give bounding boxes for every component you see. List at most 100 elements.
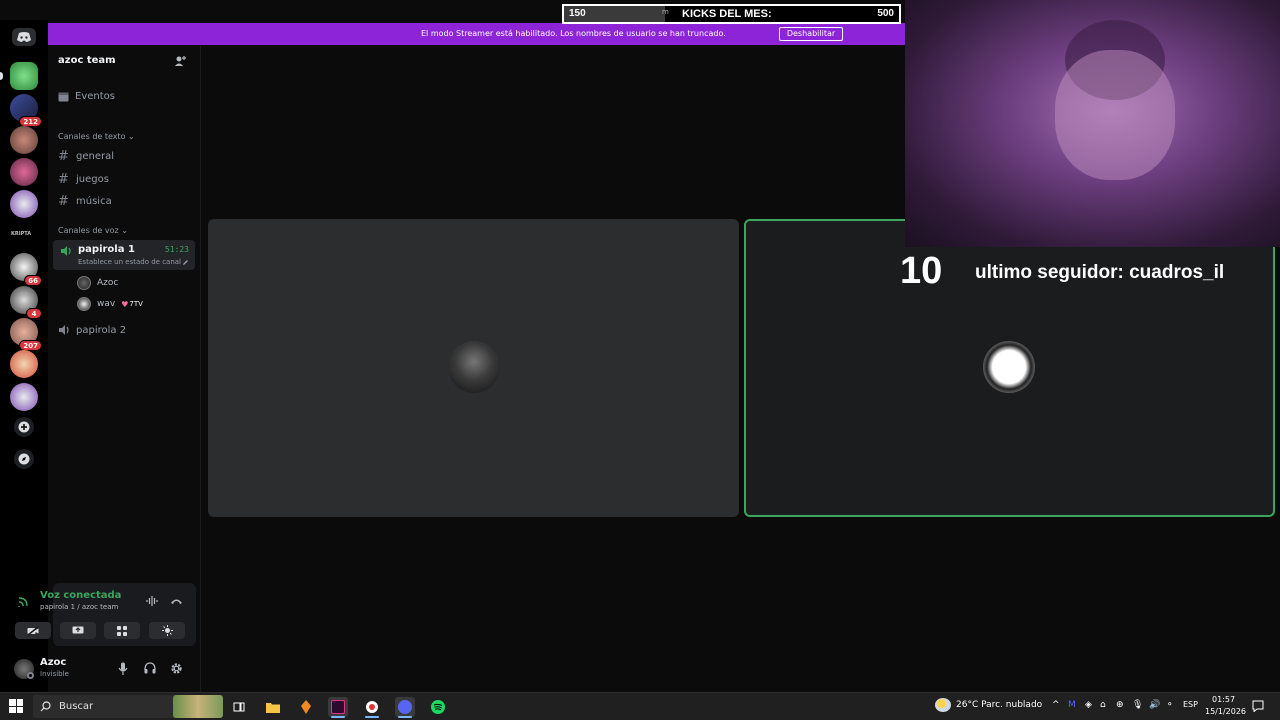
voice-user-azoc[interactable]: Azoc	[77, 276, 118, 290]
signal-icon	[18, 597, 28, 607]
calendar-icon	[58, 92, 69, 102]
invisible-status-icon	[27, 672, 34, 679]
screen-share-button[interactable]	[60, 622, 96, 639]
discord-home-icon[interactable]	[12, 28, 36, 46]
voice-connected-label[interactable]: Voz conectada	[40, 590, 121, 601]
server-icon-6[interactable]: 66	[10, 253, 42, 286]
unread-badge: 4	[26, 308, 42, 319]
add-member-icon[interactable]	[174, 55, 186, 67]
discover-icon[interactable]	[14, 449, 34, 469]
tray-app-icon[interactable]: M	[1068, 700, 1076, 710]
webcam-person	[1055, 50, 1175, 180]
follower-count: 10	[900, 250, 943, 292]
voice-timer: 51:23	[164, 245, 189, 254]
volume-icon[interactable]: 🔊	[1149, 700, 1160, 710]
channel-status-hint[interactable]: Establece un estado de canal	[78, 258, 181, 266]
activities-button[interactable]	[104, 622, 140, 639]
speaker-icon	[59, 325, 69, 335]
notification-icon[interactable]	[1252, 700, 1264, 712]
server-icon-5[interactable]	[10, 190, 38, 218]
microphone-icon[interactable]	[118, 662, 128, 675]
channel-juegos[interactable]: # juegos	[58, 172, 109, 187]
server-name[interactable]: azoc team	[58, 55, 116, 66]
voice-category-header[interactable]: Canales de voz ⌄	[58, 226, 128, 235]
activities-icon	[117, 625, 127, 636]
text-category-header[interactable]: Canales de texto ⌄	[58, 132, 135, 141]
task-view-icon[interactable]	[229, 697, 249, 717]
file-explorer-icon[interactable]	[263, 697, 283, 717]
weather-icon	[935, 698, 951, 712]
channel-label: papirola 2	[76, 324, 127, 336]
last-follower-text: ultimo seguidor: cuadros_il	[975, 262, 1225, 283]
spotify-icon[interactable]	[428, 697, 448, 717]
server-icon-1[interactable]	[0, 62, 38, 90]
avatar	[77, 276, 91, 290]
voice-category-label: Canales de voz	[58, 226, 119, 235]
windows-start-icon[interactable]	[9, 699, 23, 713]
tray-app-icon[interactable]: ⊕	[1116, 700, 1124, 710]
kicks-mark: m	[662, 8, 669, 16]
channel-musica[interactable]: # música	[58, 194, 112, 209]
tray-app-icon[interactable]: ◈	[1085, 700, 1092, 710]
kicks-target: 500	[877, 8, 894, 19]
voice-user-name: wav	[97, 299, 116, 309]
steelseries-icon[interactable]	[362, 697, 382, 717]
camera-off-button[interactable]	[15, 622, 51, 639]
voice-channel-label: papirola 1	[78, 244, 135, 255]
search-highlight-image	[173, 695, 223, 718]
voice-user-wav[interactable]: wav ♥ 7TV	[77, 297, 143, 311]
discord-taskbar-icon[interactable]	[395, 697, 415, 717]
server-icon-3[interactable]	[10, 126, 38, 154]
clock-date[interactable]: 15/1/2026	[1205, 707, 1246, 716]
streamer-mode-text: El modo Streamer está habilitado. Los no…	[421, 29, 726, 38]
weather-text[interactable]: 26°C Parc. nublado	[956, 700, 1042, 710]
server-icon-7[interactable]: 4	[10, 286, 42, 319]
soundboard-icon	[161, 625, 173, 636]
fl-studio-icon[interactable]	[296, 697, 316, 717]
noise-suppression-icon[interactable]	[146, 596, 158, 606]
user-name[interactable]: Azoc	[40, 657, 66, 668]
pencil-icon[interactable]	[182, 259, 189, 266]
server-icon-4[interactable]	[10, 158, 38, 186]
events-label: Eventos	[75, 91, 115, 102]
server-icon-8[interactable]: 207	[10, 318, 42, 351]
network-icon[interactable]: ⚬	[1166, 700, 1174, 710]
chevron-up-icon[interactable]: ^	[1052, 700, 1060, 710]
chevron-down-icon[interactable]: ⌄	[110, 56, 117, 65]
headphones-icon[interactable]	[144, 662, 156, 674]
voice-channel-papirola-2[interactable]: papirola 2	[58, 324, 126, 336]
speaker-icon	[61, 246, 71, 256]
server-icon-2[interactable]: 212	[10, 94, 42, 127]
active-indicator	[398, 716, 412, 718]
active-indicator	[331, 716, 345, 718]
disconnect-icon[interactable]	[170, 597, 183, 605]
add-server-icon[interactable]	[14, 417, 34, 437]
channel-general[interactable]: # general	[58, 149, 114, 164]
kicks-current: 150	[569, 8, 586, 19]
voice-channel-papirola-1[interactable]: papirola 1 51:23 Establece un estado de …	[53, 240, 195, 270]
clock-time[interactable]: 01:57	[1212, 695, 1235, 704]
obs-app-icon[interactable]	[328, 697, 348, 717]
soundboard-button[interactable]	[149, 622, 185, 639]
screen: 212 KRIPTA 66 4 207 azoc team ⌄ Eventos …	[0, 0, 1280, 720]
server-label-kripta[interactable]: KRIPTA	[11, 231, 31, 237]
microphone-tray-icon[interactable]: 🎙	[1132, 700, 1143, 710]
channel-label: juegos	[76, 174, 109, 185]
disable-streamer-mode-button[interactable]: Deshabilitar	[779, 27, 843, 41]
hash-icon: #	[58, 194, 69, 209]
voice-location[interactable]: papirola 1 / azoc team	[40, 603, 118, 611]
text-category-label: Canales de texto	[58, 132, 126, 141]
events-item[interactable]: Eventos	[58, 91, 115, 102]
unread-badge: 66	[24, 275, 42, 286]
video-tile-azoc[interactable]	[208, 219, 739, 517]
webcam-overlay	[905, 0, 1280, 247]
tray-app-icon[interactable]: ⌂	[1100, 700, 1106, 710]
channel-label: música	[76, 196, 112, 207]
settings-gear-icon[interactable]	[170, 662, 183, 675]
search-icon	[40, 701, 51, 712]
search-label: Buscar	[59, 701, 94, 712]
server-icon-9[interactable]	[10, 350, 38, 378]
server-icon-10[interactable]	[10, 383, 38, 411]
kicks-title: KICKS DEL MES:	[682, 8, 772, 20]
language-indicator[interactable]: ESP	[1183, 700, 1198, 709]
